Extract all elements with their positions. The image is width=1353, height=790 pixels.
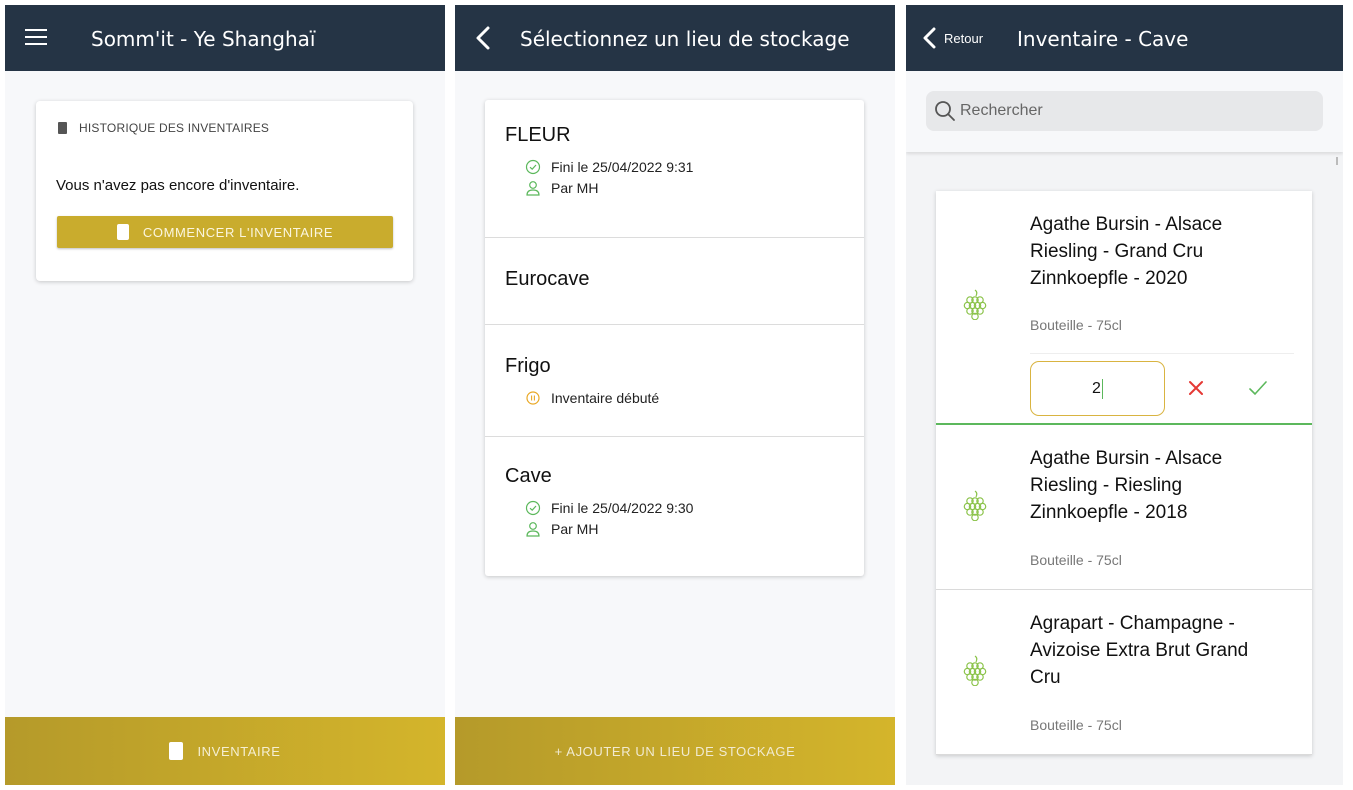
search-bar-container: Rechercher [906, 71, 1343, 152]
menu-icon[interactable] [25, 29, 47, 47]
cancel-icon[interactable] [1185, 377, 1207, 399]
inventory-bottom-button[interactable]: INVENTAIRE [5, 717, 445, 785]
quantity-row: 2 [1030, 353, 1294, 419]
back-chevron-icon [923, 27, 936, 49]
status-text: Fini le 25/04/2022 9:30 [551, 499, 694, 516]
wine-format: Bouteille - 75cl [1030, 317, 1122, 333]
check-circle-icon [525, 159, 541, 174]
check-icon[interactable] [1247, 377, 1269, 399]
storage-location-frigo[interactable]: Frigo Inventaire débuté [485, 325, 864, 437]
page-title: Inventaire - Cave [1017, 27, 1189, 51]
app-bar: Somm'it - Ye Shanghaï [5, 5, 445, 71]
status-text: Fini le 25/04/2022 9:31 [551, 158, 694, 175]
inventory-bottom-label: INVENTAIRE [197, 743, 281, 759]
location-user: Par MH [525, 178, 844, 197]
search-icon [935, 101, 955, 121]
status-text: Inventaire débuté [551, 389, 660, 406]
grape-icon [963, 289, 987, 320]
user-text: Par MH [551, 179, 599, 196]
user-icon [526, 180, 540, 196]
pause-circle-icon [526, 390, 540, 405]
wine-list: Agathe Bursin - Alsace Riesling - Grand … [936, 191, 1312, 755]
list-item[interactable]: Agathe Bursin - Alsace Riesling - Riesli… [936, 425, 1312, 590]
page-title: Somm'it - Ye Shanghaï [91, 27, 316, 51]
back-button[interactable]: Retour [920, 27, 983, 49]
wine-format: Bouteille - 75cl [1030, 552, 1122, 568]
location-status: Fini le 25/04/2022 9:30 [525, 498, 844, 517]
storage-location-fleur[interactable]: FLEUR Fini le 25/04/2022 9:31 Par MH [485, 100, 864, 238]
add-storage-location-label: + AJOUTER UN LIEU DE STOCKAGE [554, 743, 796, 759]
start-inventory-label: COMMENCER L'INVENTAIRE [142, 224, 334, 240]
inventory-cave-screen: Retour Inventaire - Cave Rechercher Agat… [906, 5, 1343, 785]
wine-name: Agathe Bursin - Alsace Riesling - Grand … [1030, 214, 1223, 289]
quantity-input[interactable]: 2 [1030, 361, 1165, 416]
card-header: HISTORIQUE DES INVENTAIRES [58, 121, 269, 135]
storage-location-list: FLEUR Fini le 25/04/2022 9:31 Par MH Eur… [485, 100, 864, 576]
wine-name: Agrapart - Champagne - Avizoise Extra Br… [1030, 613, 1249, 688]
list-item[interactable]: Agathe Bursin - Alsace Riesling - Grand … [936, 191, 1312, 425]
location-status: Fini le 25/04/2022 9:31 [525, 157, 844, 176]
inventory-history-card: HISTORIQUE DES INVENTAIRES Vous n'avez p… [36, 101, 413, 281]
wine-name: Agathe Bursin - Alsace Riesling - Riesli… [1030, 448, 1223, 523]
location-name: Cave [505, 465, 552, 487]
location-user: Par MH [525, 519, 844, 538]
search-placeholder: Rechercher [960, 102, 1043, 119]
quantity-value: 2 [1092, 379, 1101, 397]
location-name: Eurocave [505, 268, 590, 290]
back-label: Retour [944, 30, 984, 46]
card-title: HISTORIQUE DES INVENTAIRES [79, 121, 270, 135]
storage-location-eurocave[interactable]: Eurocave [485, 238, 864, 325]
grape-icon [963, 490, 987, 521]
app-bar: Sélectionnez un lieu de stockage [455, 5, 895, 71]
storage-location-cave[interactable]: Cave Fini le 25/04/2022 9:30 Par MH [485, 437, 864, 576]
home-screen: Somm'it - Ye Shanghaï HISTORIQUE DES INV… [5, 5, 445, 785]
storage-select-screen: Sélectionnez un lieu de stockage FLEUR F… [455, 5, 895, 785]
wine-format: Bouteille - 75cl [1030, 717, 1122, 733]
location-name: FLEUR [505, 124, 571, 146]
location-status: Inventaire débuté [525, 388, 844, 407]
location-name: Frigo [505, 355, 551, 377]
search-input[interactable]: Rechercher [926, 91, 1323, 131]
clipboard-icon [58, 122, 67, 134]
user-text: Par MH [551, 520, 599, 537]
empty-message: Vous n'avez pas encore d'inventaire. [56, 177, 300, 194]
app-bar: Retour Inventaire - Cave [906, 5, 1343, 71]
clipboard-icon [116, 224, 129, 240]
user-icon [526, 521, 540, 537]
grape-icon [963, 655, 987, 686]
clipboard-icon [169, 742, 184, 760]
check-circle-icon [525, 500, 541, 515]
page-title: Sélectionnez un lieu de stockage [520, 27, 850, 51]
scrollbar[interactable] [1336, 157, 1338, 165]
add-storage-location-button[interactable]: + AJOUTER UN LIEU DE STOCKAGE [455, 717, 895, 785]
start-inventory-button[interactable]: COMMENCER L'INVENTAIRE [57, 216, 393, 248]
list-item[interactable]: Agrapart - Champagne - Avizoise Extra Br… [936, 590, 1312, 755]
back-chevron-icon[interactable] [469, 23, 499, 53]
